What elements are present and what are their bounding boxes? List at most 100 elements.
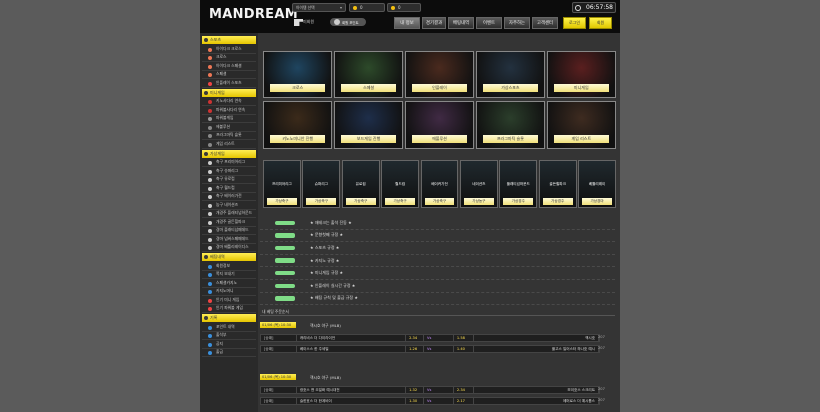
sidebar-item[interactable]: 키노사다리 연속 [202, 98, 256, 106]
sidebar-item[interactable]: 출석부 [202, 332, 256, 340]
game-tile[interactable]: 크로스 [263, 51, 333, 98]
sidebar-item[interactable]: 쪽지 보내기 [202, 271, 256, 279]
sidebar-item[interactable]: 개경주 플래티넘하운드 [202, 210, 256, 218]
sidebar-item[interactable]: 축구 베이러가전 [202, 193, 256, 201]
bet-row-vs[interactable]: Vs [424, 346, 454, 352]
sidebar-item[interactable]: 회원정보 [202, 262, 256, 271]
sidebar-item[interactable]: 개경주 골든힐파크 [202, 218, 256, 227]
sidebar-item[interactable]: 공지 [202, 340, 256, 349]
sidebar-item[interactable]: 카지노머니 [202, 288, 256, 296]
bet-row-away[interactable]: 에머로스 더 예시롭스 [474, 398, 599, 404]
bet-group-title: 잭시호 야구 (MLB) [310, 375, 341, 380]
sidebar-item[interactable]: 파워볼사다리 연속 [202, 106, 256, 115]
nav-support[interactable]: 고객센터 [532, 17, 558, 29]
virtual-game-tile[interactable]: 월드컵 가상축구 [381, 160, 420, 208]
item-select[interactable]: 아이템 선택 ▾ [292, 3, 346, 12]
bet-row-vs[interactable]: Vs [424, 335, 454, 341]
virtual-game-tile[interactable]: 유로컵 가상축구 [341, 160, 380, 208]
bet-row-home-odds[interactable]: 1.30 [406, 398, 425, 404]
bet-row[interactable]: [승패] 캐리비스 더 다이라이언 2.34 Vs 1.58 잭시호 [260, 334, 600, 342]
sidebar-item[interactable]: 크로스 [202, 54, 256, 62]
bet-row-home[interactable]: 광호스 앤 오일화 예시대전 [297, 387, 407, 393]
sidebar-item[interactable]: 인기 미니 게임 [202, 296, 256, 305]
sidebar-item[interactable]: 아이다크 크로스 [202, 45, 256, 54]
virtual-game-tile[interactable]: 프리미어리그 가상축구 [263, 160, 301, 208]
game-tile[interactable]: 미니게임 [546, 51, 616, 98]
bet-row-vs[interactable]: Vs [424, 387, 454, 393]
game-tile[interactable]: 키노노미니안 진행 [263, 101, 333, 149]
bet-row-away[interactable]: 잭시호 [474, 335, 599, 341]
bet-row-home[interactable]: 슬한호스 더 한계비이 [297, 398, 407, 404]
bet-row-away-odds[interactable]: 1.58 [454, 335, 474, 341]
sidebar-item[interactable]: 출금 [202, 349, 256, 357]
bet-row-home-odds[interactable]: 1.32 [406, 387, 425, 393]
bet-row-type[interactable]: [승패] [261, 346, 297, 352]
virtual-game-tile[interactable]: 슈퍼리그 가상축구 [302, 160, 341, 208]
sidebar-item[interactable]: 스페셜카지노 [202, 279, 256, 288]
sidebar-menu: 스포츠 아이다크 크로스 크로스 아이다크 스페셜 스페셜 인플레이 스포츠 미니게임 키노사… [200, 35, 258, 357]
bet-row-type[interactable]: [승패] [261, 335, 297, 341]
virtual-game-tile[interactable]: 네이션즈 가상농구 [459, 160, 498, 208]
nav-my-info[interactable]: 내 정보 [394, 17, 420, 29]
bet-row-away-odds[interactable]: 1.40 [454, 346, 474, 352]
announcement-row[interactable]: ★ 문향첫째 규정 ★ [260, 230, 615, 243]
sidebar-item[interactable]: 에볼루션 [202, 123, 256, 132]
announcement-badge-icon [275, 270, 295, 276]
nav-event[interactable]: 이벤트 [476, 17, 502, 29]
announcement-row[interactable]: ★ 재테크는 출석 진동 ★ [260, 217, 615, 230]
bet-row-type[interactable]: [승패] [261, 387, 297, 393]
bet-row-home[interactable]: 캐리비스 더 다이라이언 [297, 335, 407, 341]
game-tile[interactable]: 가상스포츠 [475, 51, 546, 98]
sidebar-item[interactable]: 파워볼게임 [202, 115, 256, 123]
sidebar-item[interactable]: 축구 유로컵 [202, 176, 256, 184]
game-tile[interactable]: 에볼루션 [404, 101, 475, 149]
nav-faq[interactable]: 자주하는 [504, 17, 530, 29]
sidebar-item[interactable]: 축구 슈퍼리그 [202, 167, 256, 176]
sidebar-item[interactable]: 경마 플래티넘페데드 [202, 227, 256, 235]
bet-row[interactable]: [승패] 베이스스 한 주세빌 1.26 Vs 1.40 플고스 일어스터 하나호 예시 [260, 345, 600, 353]
sidebar-item[interactable]: 농구 네이션즈 [202, 201, 256, 210]
signup-button[interactable]: 회원 [589, 17, 612, 29]
bet-row-home[interactable]: 베이스스 한 주세빌 [297, 346, 407, 352]
virtual-game-tile[interactable]: 플래티넘하운드 가상경주 [499, 160, 538, 208]
bet-row[interactable]: [승패] 슬한호스 더 한계비이 1.30 Vs 2.17 에머로스 더 예시롭스 [260, 397, 600, 405]
sidebar-item[interactable]: 경마 넘버스페페데드 [202, 235, 256, 244]
virtual-game-tile[interactable]: 베틀리레이 가상경마 [578, 160, 616, 208]
game-tile[interactable]: 게임 리스트 [546, 101, 616, 149]
sidebar-item[interactable]: 포인트 내역 [202, 323, 256, 332]
site-logo[interactable]: MANDREAM [209, 7, 298, 22]
sidebar-item[interactable]: 인플레이 스포츠 [202, 79, 256, 88]
bet-row-away-odds[interactable]: 2.17 [454, 398, 474, 404]
game-tile[interactable]: 인플레이 [404, 51, 475, 98]
announcement-row[interactable]: ★ 배팅 규칙 및 출금 규정 ★ [260, 293, 615, 306]
login-button[interactable]: 로그인 [563, 17, 586, 29]
announcement-row[interactable]: ★ 스포츠 규정 ★ [260, 242, 615, 255]
game-tile[interactable]: 스페셜 [333, 51, 404, 98]
bet-row[interactable]: [승패] 광호스 앤 오일화 예시대전 1.32 Vs 2.34 보이호스 스크리트 [260, 386, 600, 394]
nav-results[interactable]: 경기결과 [422, 17, 446, 29]
sidebar-item[interactable]: 인기 파워볼 게임 [202, 305, 256, 313]
announcement-row[interactable]: ★ 인플레이 실시간 규정 ★ [260, 280, 615, 293]
announcement-row[interactable]: ★ 미니게임 규정 ★ [260, 267, 615, 280]
game-tile[interactable]: 보드게임 진행 [333, 101, 404, 149]
sidebar-item[interactable]: 스페셜 [202, 71, 256, 79]
bet-row-away-odds[interactable]: 2.34 [454, 387, 474, 393]
bet-row-home-odds[interactable]: 2.34 [406, 335, 425, 341]
member-toggle[interactable]: 회원 포인트 [330, 18, 366, 26]
sidebar-item[interactable]: 아이다크 스페셜 [202, 62, 256, 71]
bet-row-vs[interactable]: Vs [424, 398, 454, 404]
sidebar-item[interactable]: 프라그마틱 슬롯 [202, 132, 256, 140]
announcement-row[interactable]: ★ 카지노 규정 ★ [260, 255, 615, 268]
sidebar-item[interactable]: 축구 월드컵 [202, 184, 256, 193]
nav-bet-history[interactable]: 배팅내역 [448, 17, 474, 29]
bet-row-type[interactable]: [승패] [261, 398, 297, 404]
bet-row-away[interactable]: 플고스 일어스터 하나호 예시 [474, 346, 599, 352]
game-tile[interactable]: 프라그마틱 슬롯 [475, 101, 546, 149]
virtual-game-tile[interactable]: 베이커가전 가상축구 [420, 160, 459, 208]
sidebar-item[interactable]: 축구 프리미어리그 [202, 159, 256, 167]
bet-row-away[interactable]: 보이호스 스크리트 [474, 387, 599, 393]
bet-row-home-odds[interactable]: 1.26 [406, 346, 425, 352]
sidebar-item[interactable]: 게임 리스트 [202, 140, 256, 149]
virtual-game-tile[interactable]: 골든힐파크 가상경주 [538, 160, 577, 208]
sidebar-item[interactable]: 경마 베틀리레이디스 [202, 244, 256, 252]
